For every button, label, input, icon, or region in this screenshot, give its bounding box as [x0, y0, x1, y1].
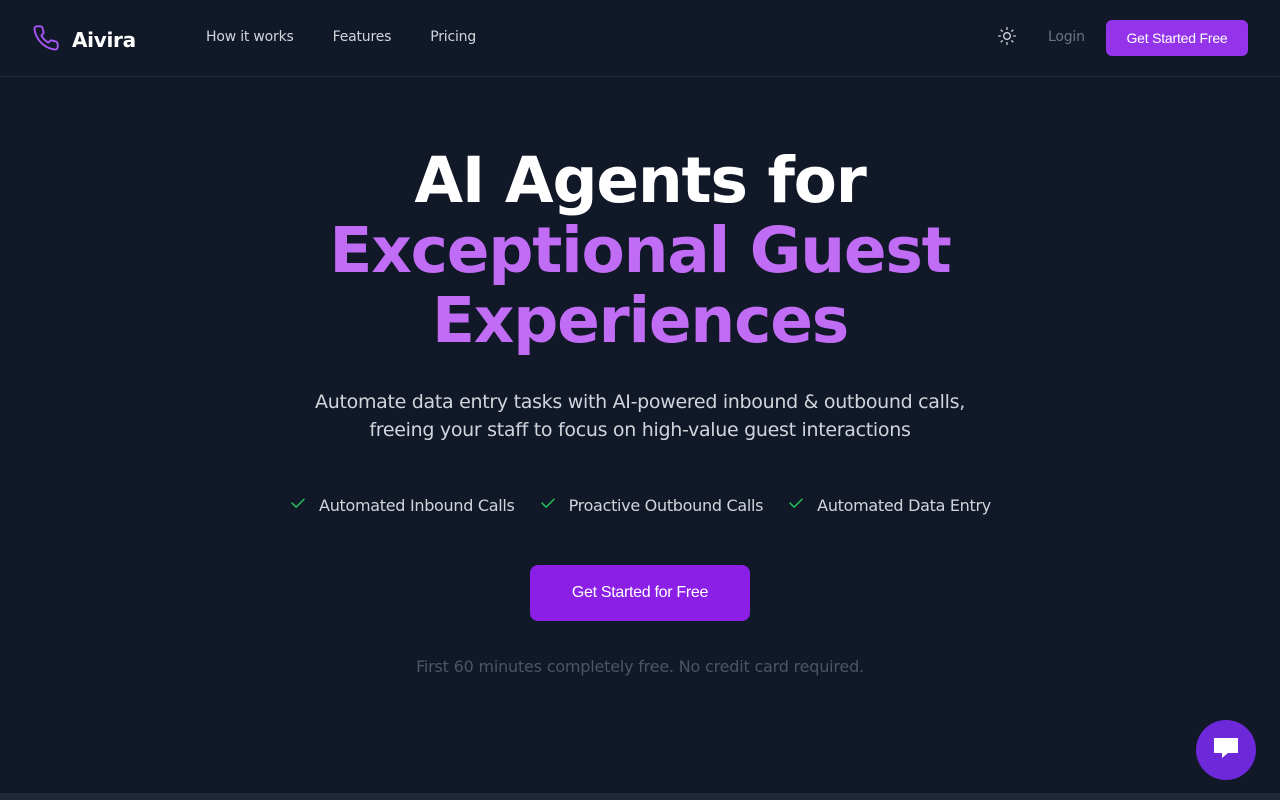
nav-pricing[interactable]: Pricing: [430, 29, 476, 45]
hero-subtitle-line-2: freeing your staff to focus on high-valu…: [369, 419, 911, 441]
feature-label: Automated Inbound Calls: [319, 495, 515, 515]
check-icon: [289, 494, 319, 516]
hero-subtitle: Automate data entry tasks with AI-powere…: [290, 388, 990, 444]
next-section-edge: [0, 793, 1280, 800]
feature-list: Automated Inbound Calls Proactive Outbou…: [0, 494, 1280, 516]
feature-item: Automated Inbound Calls: [289, 494, 515, 516]
nav-how-it-works[interactable]: How it works: [206, 29, 294, 45]
feature-label: Automated Data Entry: [817, 495, 991, 515]
theme-toggle-button[interactable]: [995, 26, 1019, 50]
phone-icon: [32, 24, 60, 56]
site-header: Aivira How it works Features Pricing Log…: [0, 0, 1280, 77]
hero-title-line-1: AI Agents for: [414, 144, 866, 217]
chat-icon: [1211, 734, 1241, 766]
sun-icon: [997, 26, 1017, 50]
free-trial-note: First 60 minutes completely free. No cre…: [416, 657, 864, 676]
feature-label: Proactive Outbound Calls: [568, 495, 764, 515]
check-icon: [787, 494, 817, 516]
get-started-for-free-button[interactable]: Get Started for Free: [530, 565, 750, 621]
main-nav: How it works Features Pricing: [206, 29, 515, 45]
nav-features[interactable]: Features: [333, 29, 392, 45]
chat-widget-button[interactable]: [1196, 720, 1256, 780]
feature-item: Automated Data Entry: [787, 494, 991, 516]
feature-item: Proactive Outbound Calls: [539, 494, 764, 516]
brand-logo[interactable]: Aivira: [32, 24, 136, 56]
hero-title-line-3: Experiences: [431, 284, 849, 357]
get-started-free-button[interactable]: Get Started Free: [1106, 20, 1248, 56]
hero-title-line-2: Exceptional Guest: [329, 214, 951, 287]
hero-title: AI Agents for Exceptional Guest Experien…: [0, 146, 1280, 356]
login-link[interactable]: Login: [1048, 29, 1085, 45]
check-icon: [539, 494, 569, 516]
hero-subtitle-line-1: Automate data entry tasks with AI-powere…: [315, 391, 965, 413]
brand-name: Aivira: [72, 28, 136, 52]
